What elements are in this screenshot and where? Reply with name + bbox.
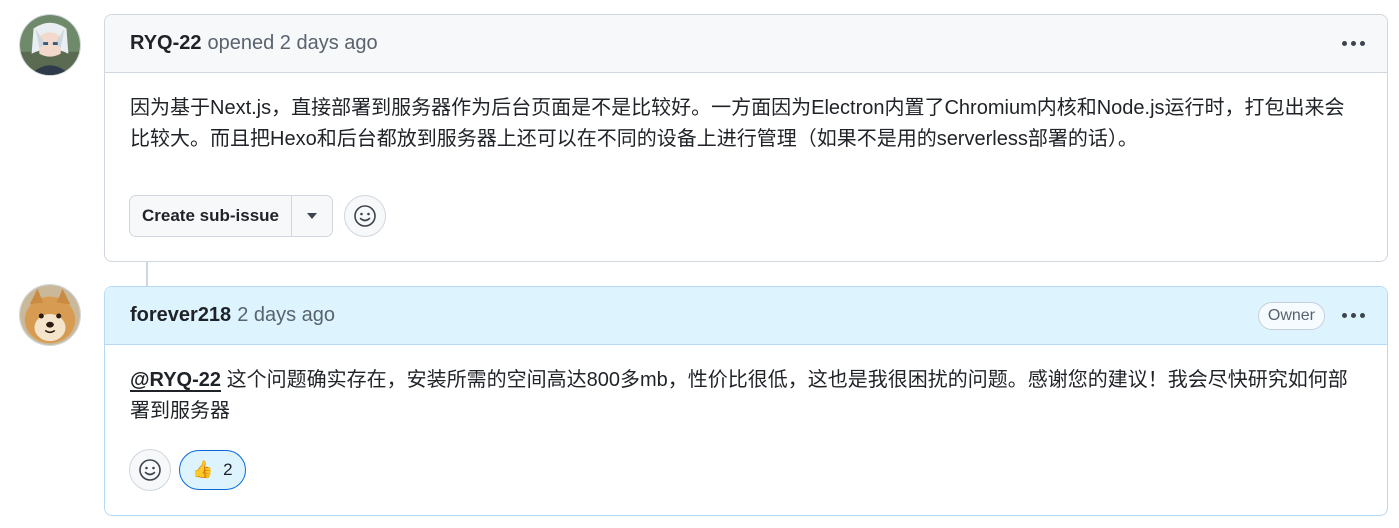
create-sub-issue-dropdown[interactable]	[292, 196, 332, 236]
comment-header: RYQ-22 opened 2 days ago	[105, 15, 1387, 73]
issue-opening-comment: RYQ-22 opened 2 days ago 因为基于Next.js，直接部…	[104, 14, 1388, 262]
comment-timestamp[interactable]: 2 days ago	[237, 304, 335, 327]
comment-header: forever218 2 days ago Owner	[105, 287, 1387, 345]
comment-body: @RYQ-22 这个问题确实存在，安装所需的空间高达800多mb，性价比很低，这…	[105, 345, 1387, 427]
comment-text: 这个问题确实存在，安装所需的空间高达800多mb，性价比很低，这也是我很困扰的问…	[130, 369, 1348, 422]
comment-actions: 👍 2	[105, 449, 270, 491]
kebab-horizontal-icon[interactable]	[1337, 302, 1369, 330]
author-avatar-ryq-22[interactable]	[19, 14, 81, 76]
reaction-count: 2	[223, 460, 233, 479]
shiba-dog-avatar-image	[20, 285, 80, 345]
comment-body: 因为基于Next.js，直接部署到服务器作为后台页面是不是比较好。一方面因为El…	[130, 97, 1345, 150]
triangle-down-icon	[307, 213, 317, 219]
smiley-icon	[139, 459, 161, 481]
anime-avatar-image	[20, 15, 80, 75]
timeline-connector	[146, 262, 148, 288]
thumbs-up-reaction-button[interactable]: 👍 2	[179, 450, 246, 490]
user-mention-link[interactable]: @RYQ-22	[130, 369, 221, 391]
create-sub-issue-split-button: Create sub-issue	[129, 195, 333, 237]
smiley-icon	[354, 205, 376, 227]
comment-author[interactable]: forever218	[130, 304, 231, 327]
author-avatar-forever218[interactable]	[19, 284, 81, 346]
kebab-horizontal-icon[interactable]	[1337, 30, 1369, 58]
issue-timeline: RYQ-22 opened 2 days ago 因为基于Next.js，直接部…	[0, 0, 1399, 528]
comment-actions: Create sub-issue	[105, 195, 410, 237]
add-reaction-button[interactable]	[129, 449, 171, 491]
thumbs-up-icon: 👍	[192, 460, 214, 479]
owner-badge: Owner	[1257, 301, 1325, 330]
comment-timestamp[interactable]: opened 2 days ago	[208, 32, 378, 55]
owner-reply-comment: forever218 2 days ago Owner @RYQ-22 这个问题…	[104, 286, 1388, 516]
add-reaction-button[interactable]	[344, 195, 386, 237]
create-sub-issue-button[interactable]: Create sub-issue	[130, 196, 292, 236]
comment-author[interactable]: RYQ-22	[130, 32, 202, 55]
